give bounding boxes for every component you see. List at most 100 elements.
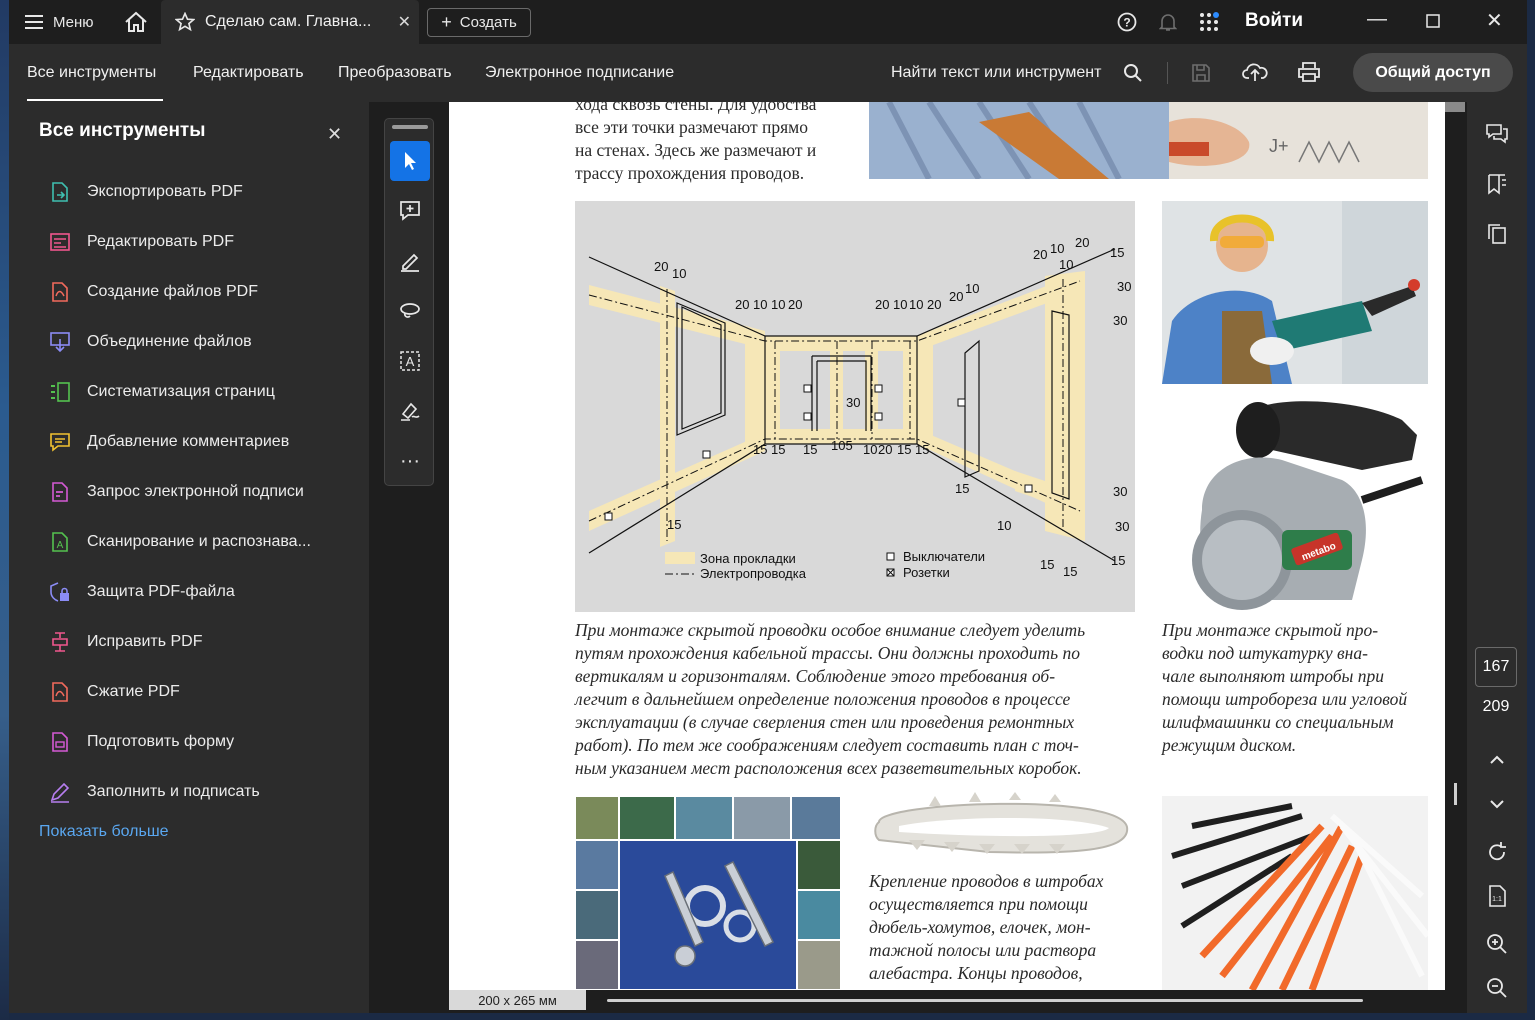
select-tool-button[interactable]: [390, 141, 430, 181]
tab-e-sign[interactable]: Электронное подписание: [485, 64, 674, 82]
minimize-icon[interactable]: —: [1367, 8, 1387, 31]
tool-fill-sign[interactable]: Заполнить и подписать: [49, 777, 260, 807]
request-signature-icon: [52, 482, 68, 502]
rotate-icon[interactable]: [1485, 840, 1509, 864]
legend-switches: Выключатели: [903, 549, 985, 564]
text-line: на стенах. Здесь же размечают и: [575, 140, 817, 160]
save-icon[interactable]: [1190, 62, 1212, 84]
tool-add-comments[interactable]: Добавление комментариев: [49, 427, 289, 457]
svg-text:A: A: [57, 540, 64, 551]
svg-text:30: 30: [1113, 484, 1127, 499]
create-pdf-icon: [52, 282, 68, 302]
tab-all-tools[interactable]: Все инструменты: [27, 64, 156, 82]
tool-fix-pdf[interactable]: Исправить PDF: [49, 627, 203, 657]
show-more-link[interactable]: Показать больше: [39, 823, 169, 841]
zoom-out-icon[interactable]: [1485, 976, 1509, 1000]
highlight-tool-button[interactable]: [390, 241, 430, 281]
home-button[interactable]: [121, 0, 151, 44]
svg-text:10: 10: [965, 281, 979, 296]
tool-organize-pages[interactable]: Систематизация страниц: [49, 377, 275, 407]
copy-pages-icon[interactable]: [1485, 222, 1509, 246]
current-page-field[interactable]: 167: [1475, 647, 1517, 687]
add-comment-tool-button[interactable]: [390, 191, 430, 231]
svg-text:15: 15: [897, 442, 911, 457]
quick-tools-strip: A ···: [384, 118, 434, 486]
text-line: При монтаже скрытой про-: [1162, 620, 1379, 640]
panel-title: Все инструменты: [39, 120, 206, 141]
svg-text:30: 30: [1113, 313, 1127, 328]
photo-dowel-clamp: [869, 792, 1135, 868]
vertical-scrollbar-top[interactable]: [1445, 102, 1465, 112]
text-box-tool-button[interactable]: A: [390, 341, 430, 381]
tool-combine-files[interactable]: Объединение файлов: [49, 327, 252, 357]
svg-text:30: 30: [1117, 279, 1131, 294]
bookmarks-icon[interactable]: [1485, 172, 1509, 196]
text-line: чале выполняют штробы при: [1162, 666, 1385, 686]
print-icon[interactable]: [1297, 61, 1321, 83]
tool-protect-pdf[interactable]: Защита PDF-файла: [49, 577, 235, 607]
tool-label: Запрос электронной подписи: [87, 483, 304, 500]
svg-text:10: 10: [1050, 241, 1064, 256]
svg-text:1:1: 1:1: [1492, 896, 1502, 903]
diagram-legend: Зона прокладки Электропроводка Выключате…: [665, 549, 985, 581]
more-tools-button[interactable]: ···: [390, 441, 430, 481]
find-text-or-tool[interactable]: Найти текст или инструмент: [891, 64, 1101, 82]
tool-label: Объединение файлов: [87, 333, 252, 350]
legend-wiring: Электропроводка: [700, 566, 807, 581]
drag-handle[interactable]: [392, 125, 428, 129]
tool-label: Исправить PDF: [87, 633, 203, 650]
maximize-icon[interactable]: [1426, 14, 1440, 28]
horizontal-scrollbar[interactable]: [607, 999, 1363, 1002]
separator: [1167, 62, 1168, 84]
chevron-down-icon[interactable]: [1485, 796, 1509, 812]
menu-label: Меню: [53, 13, 94, 31]
login-button[interactable]: Войти: [1245, 10, 1303, 32]
tool-export-pdf[interactable]: Экспортировать PDF: [49, 177, 243, 207]
photo-fasteners-collage: [575, 796, 841, 990]
upload-cloud-icon[interactable]: [1242, 60, 1268, 84]
tool-edit-pdf[interactable]: Редактировать PDF: [49, 227, 234, 257]
tab-convert[interactable]: Преобразовать: [338, 64, 452, 82]
vertical-scrollbar-track[interactable]: [1445, 102, 1467, 990]
svg-text:20: 20: [927, 297, 941, 312]
tab-edit[interactable]: Редактировать: [193, 64, 304, 82]
all-tools-panel: Все инструменты ✕ Экспортировать PDF Ред…: [9, 102, 369, 1013]
total-pages: 209: [1482, 698, 1510, 715]
text-box-icon: A: [400, 351, 420, 371]
vertical-scrollbar-thumb[interactable]: [1454, 783, 1457, 805]
tool-create-pdf[interactable]: Создание файлов PDF: [49, 277, 258, 307]
document-page[interactable]: хода сквозь стены. Для удобства все эти …: [449, 102, 1445, 990]
star-icon[interactable]: [175, 12, 195, 32]
tool-compress-pdf[interactable]: Сжатие PDF: [49, 677, 180, 707]
plus-icon: +: [441, 12, 452, 32]
search-icon[interactable]: [1123, 63, 1143, 83]
create-button[interactable]: + Создать: [427, 8, 531, 37]
zoom-in-icon[interactable]: [1485, 932, 1509, 956]
fit-page-icon[interactable]: 1:1: [1485, 884, 1509, 908]
tab-close-icon[interactable]: ✕: [398, 12, 411, 32]
chevron-up-icon[interactable]: [1485, 752, 1509, 768]
sign-tool-button[interactable]: [390, 391, 430, 431]
prepare-form-icon: [52, 732, 68, 752]
draw-tool-button[interactable]: [390, 291, 430, 331]
bell-icon[interactable]: [1159, 12, 1177, 32]
help-icon[interactable]: ?: [1117, 12, 1137, 32]
photo-worker-marking: J+: [869, 102, 1428, 179]
tool-scan-ocr[interactable]: A Сканирование и распознава...: [49, 527, 311, 557]
document-tab[interactable]: Сделаю сам. Главна... ✕: [161, 0, 419, 44]
text-line: тажной полосы или раствора: [869, 940, 1097, 960]
comments-panel-icon[interactable]: [1485, 122, 1509, 146]
tool-label: Подготовить форму: [87, 733, 235, 750]
menu-button[interactable]: Меню: [25, 0, 94, 44]
tool-label: Систематизация страниц: [87, 383, 275, 400]
text-line: эксплуатации (в случае сверления стен ил…: [575, 712, 1075, 732]
close-window-icon[interactable]: ✕: [1486, 8, 1503, 33]
text-line: режущим диском.: [1162, 735, 1297, 755]
tool-prepare-form[interactable]: Подготовить форму: [49, 727, 234, 757]
apps-grid-icon[interactable]: [1199, 12, 1219, 32]
share-button[interactable]: Общий доступ: [1353, 53, 1513, 92]
panel-close-icon[interactable]: ✕: [327, 124, 342, 145]
tool-request-signature[interactable]: Запрос электронной подписи: [49, 477, 304, 507]
fix-pdf-icon: [52, 632, 68, 652]
svg-text:30: 30: [1115, 519, 1129, 534]
